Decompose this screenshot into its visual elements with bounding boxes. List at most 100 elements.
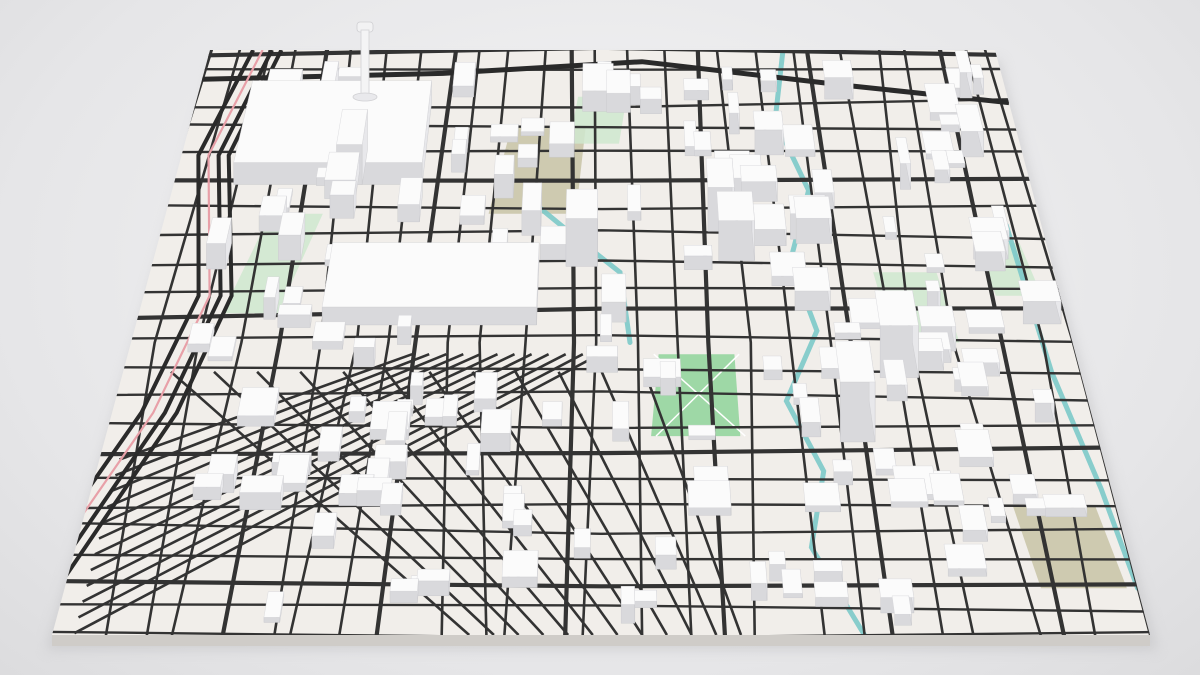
building xyxy=(465,443,481,476)
building-face xyxy=(947,568,988,577)
building-face xyxy=(452,85,474,98)
building-face xyxy=(801,422,822,438)
building-face xyxy=(754,129,784,156)
building xyxy=(490,124,519,143)
building xyxy=(517,143,538,168)
building xyxy=(943,543,988,577)
building-face xyxy=(1045,507,1088,517)
building-face xyxy=(688,435,716,440)
building xyxy=(1018,280,1062,325)
building-roof xyxy=(192,473,224,488)
building xyxy=(277,304,313,328)
building xyxy=(459,195,486,225)
building-roof xyxy=(1042,494,1088,509)
building xyxy=(278,212,306,261)
building-roof xyxy=(687,480,732,508)
building-face xyxy=(722,79,733,91)
building xyxy=(480,408,512,452)
building-roof xyxy=(781,568,803,594)
building xyxy=(813,581,849,607)
building-face xyxy=(494,174,514,199)
building-face xyxy=(263,297,276,320)
building xyxy=(634,590,657,608)
building xyxy=(600,313,612,342)
building xyxy=(573,528,591,559)
building-roof xyxy=(792,267,831,292)
building xyxy=(397,177,423,223)
building-face xyxy=(824,77,854,100)
building-roof xyxy=(759,69,777,81)
building-face xyxy=(753,229,787,246)
building-face xyxy=(277,314,311,328)
building-face xyxy=(813,571,843,583)
building-face xyxy=(694,149,712,157)
building xyxy=(659,361,677,396)
building xyxy=(812,560,843,583)
building-roof xyxy=(380,482,404,505)
building xyxy=(833,322,862,340)
building-face xyxy=(258,215,283,232)
building-face xyxy=(442,416,457,427)
building-roof xyxy=(705,157,735,188)
building-roof xyxy=(410,372,424,386)
building xyxy=(549,121,575,158)
building xyxy=(821,60,854,100)
building-roof xyxy=(924,280,941,292)
building-face xyxy=(451,153,466,173)
building-roof xyxy=(620,586,635,605)
building-face xyxy=(517,157,538,168)
building-roof xyxy=(187,323,215,345)
building-roof xyxy=(601,273,627,303)
building xyxy=(586,345,618,373)
building-face xyxy=(783,593,803,599)
building xyxy=(627,184,642,221)
building-face xyxy=(236,415,275,427)
building xyxy=(494,154,515,199)
building-roof xyxy=(239,475,284,493)
building-face xyxy=(933,500,965,506)
building-roof xyxy=(385,411,408,441)
building xyxy=(207,336,237,362)
building xyxy=(1031,389,1055,423)
building-roof xyxy=(501,550,539,578)
building xyxy=(397,315,413,345)
building xyxy=(781,568,803,599)
building-roof xyxy=(311,512,338,537)
building-roof xyxy=(834,340,876,383)
building-roof xyxy=(612,401,630,429)
building-face xyxy=(961,386,989,397)
building-face xyxy=(834,332,862,340)
building-roof xyxy=(452,62,476,87)
building-roof xyxy=(802,482,841,506)
building-face xyxy=(947,163,966,168)
building-roof xyxy=(792,383,808,398)
building-face xyxy=(718,220,755,261)
building-face xyxy=(640,98,662,114)
building xyxy=(929,473,965,506)
building-roof xyxy=(917,305,957,327)
building xyxy=(956,361,989,397)
building xyxy=(759,69,777,93)
building-face xyxy=(612,428,630,442)
building xyxy=(311,512,338,549)
building-roof xyxy=(520,117,545,132)
building-face xyxy=(480,433,511,452)
building-face xyxy=(634,600,657,608)
building xyxy=(389,578,419,603)
building-roof xyxy=(782,124,816,150)
building xyxy=(513,509,533,537)
building-roof xyxy=(1018,280,1062,302)
building-face xyxy=(397,326,411,345)
building-face xyxy=(991,515,1006,523)
building xyxy=(914,338,944,371)
building-roof xyxy=(258,195,287,216)
building-face xyxy=(321,306,537,326)
building-face xyxy=(206,243,226,270)
building-roof xyxy=(397,177,423,205)
building-face xyxy=(278,234,301,261)
building-face xyxy=(684,255,713,270)
building-face xyxy=(459,215,485,225)
building-roof xyxy=(573,528,591,548)
building-roof xyxy=(324,151,360,181)
building-roof xyxy=(606,69,631,94)
